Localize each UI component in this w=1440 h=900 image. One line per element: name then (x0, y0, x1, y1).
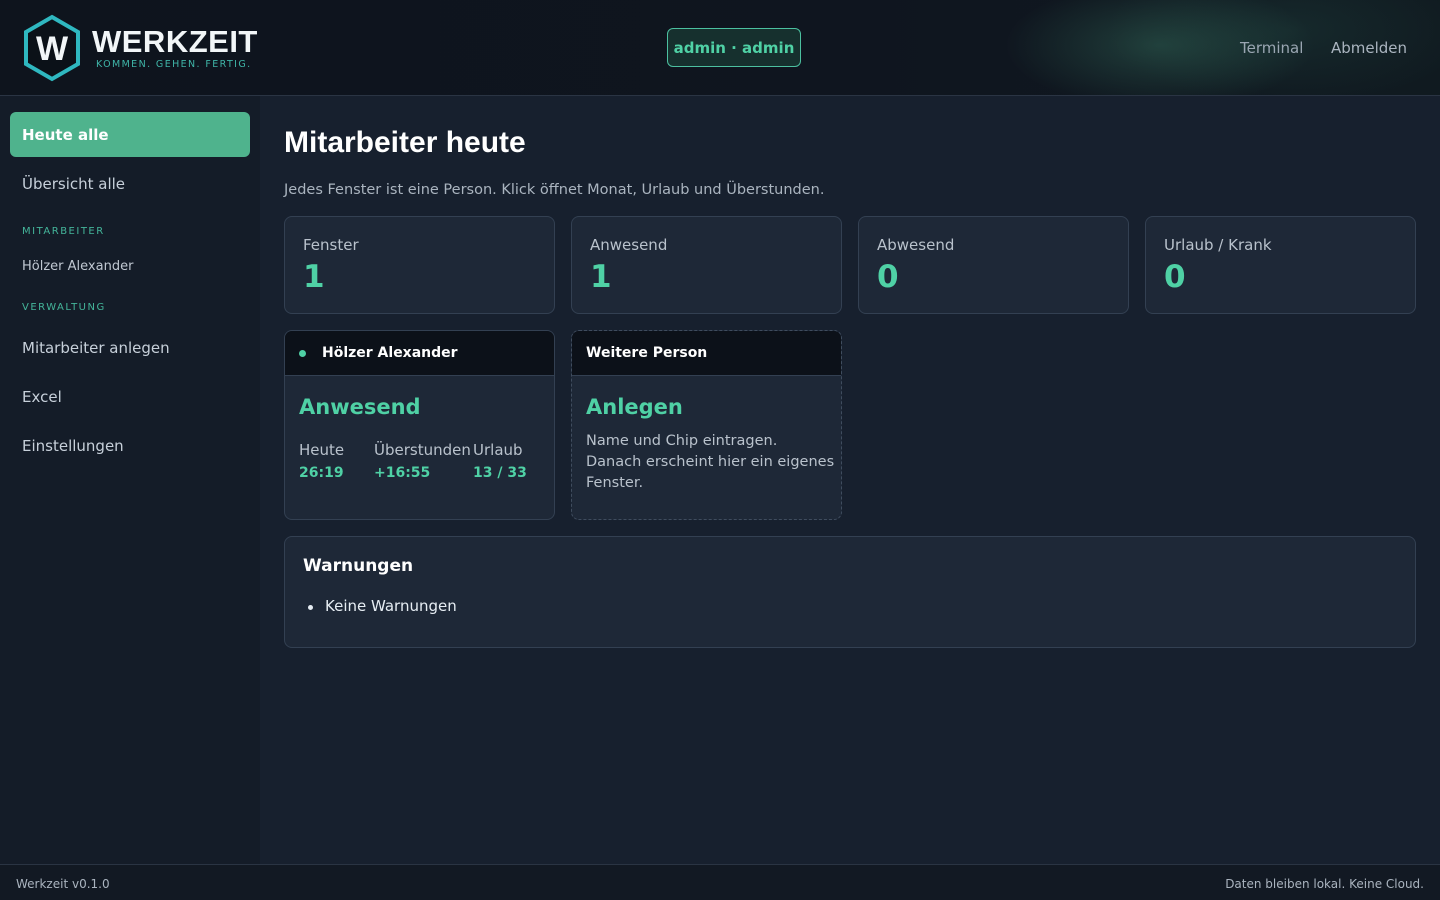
main-content: Mitarbeiter heute Jedes Fenster ist eine… (260, 96, 1440, 864)
employee-status: Anwesend (299, 395, 421, 419)
logo-text: WERKZEIT KOMMEN. GEHEN. FERTIG. (92, 24, 258, 71)
metric-heute: Heute 26:19 (299, 441, 344, 481)
metric-value: 26:19 (299, 465, 344, 481)
page-title: Mitarbeiter heute (284, 126, 526, 159)
logo-letter: W (36, 30, 69, 68)
stat-card-abwesend: Abwesend 0 (858, 216, 1129, 314)
metric-label: Überstunden (374, 441, 471, 459)
footer: Werkzeit v0.1.0 Daten bleiben lokal. Kei… (0, 864, 1440, 900)
employee-name: Hölzer Alexander (322, 345, 458, 361)
app-name: WERKZEIT (92, 24, 258, 59)
add-employee-description: Name und Chip eintragen. Danach erschein… (586, 433, 835, 491)
metric-ueberstunden: Überstunden +16:55 (374, 441, 471, 481)
sidebar-item-label: Übersicht alle (22, 174, 126, 193)
warning-item: Keine Warnungen (308, 597, 457, 615)
add-employee-action[interactable]: Anlegen (586, 395, 683, 419)
sidebar-item-mitarbeiter-anlegen[interactable]: Mitarbeiter anlegen (10, 325, 250, 370)
sidebar-item-uebersicht-alle[interactable]: Übersicht alle (10, 161, 250, 206)
sidebar-item-excel[interactable]: Excel (10, 374, 250, 419)
sidebar-item-einstellungen[interactable]: Einstellungen (10, 423, 250, 468)
add-card-title: Weitere Person (586, 345, 708, 361)
sidebar-item-label: Excel (22, 387, 62, 406)
user-badge[interactable]: admin · admin (667, 28, 801, 67)
metric-value: +16:55 (374, 465, 431, 481)
employee-card[interactable]: Hölzer Alexander Anwesend Heute 26:19 Üb… (284, 330, 555, 520)
stat-label: Abwesend (877, 236, 955, 254)
stat-label: Anwesend (590, 236, 668, 254)
terminal-link[interactable]: Terminal (1240, 39, 1303, 57)
sidebar-section-mitarbeiter: MITARBEITER (22, 226, 105, 237)
stat-card-anwesend: Anwesend 1 (571, 216, 842, 314)
sidebar-item-employee[interactable]: Hölzer Alexander (22, 259, 133, 274)
sidebar-item-label: Heute alle (22, 125, 109, 144)
add-employee-card[interactable]: Weitere Person Anlegen Name und Chip ein… (571, 330, 842, 520)
app-tagline: KOMMEN. GEHEN. FERTIG. (96, 59, 252, 70)
warnings-panel: Warnungen Keine Warnungen (284, 536, 1416, 648)
logout-link[interactable]: Abmelden (1331, 39, 1407, 57)
warnings-list: Keine Warnungen (308, 597, 457, 615)
stat-value: 0 (877, 259, 899, 295)
stat-value: 1 (590, 259, 612, 295)
employee-card-header: Hölzer Alexander (285, 331, 554, 376)
stat-label: Urlaub / Krank (1164, 236, 1272, 254)
sidebar: Heute alle Übersicht alle MITARBEITER Hö… (0, 96, 260, 864)
footer-note: Daten bleiben lokal. Keine Cloud. (1225, 877, 1424, 891)
logo-hexagon-icon: W (24, 14, 80, 82)
stat-label: Fenster (303, 236, 359, 254)
stat-card-fenster: Fenster 1 (284, 216, 555, 314)
status-dot-icon (299, 349, 306, 357)
footer-version: Werkzeit v0.1.0 (16, 877, 110, 891)
top-header: W WERKZEIT KOMMEN. GEHEN. FERTIG. admin … (0, 0, 1440, 96)
stat-value: 0 (1164, 259, 1186, 295)
metric-urlaub: Urlaub 13 / 33 (473, 441, 527, 481)
sidebar-section-verwaltung: VERWALTUNG (22, 302, 106, 313)
page-subtitle: Jedes Fenster ist eine Person. Klick öff… (284, 182, 825, 198)
sidebar-item-heute-alle[interactable]: Heute alle (10, 112, 250, 157)
add-employee-card-header: Weitere Person (572, 331, 841, 376)
metric-value: 13 / 33 (473, 465, 527, 481)
app-logo[interactable]: W WERKZEIT KOMMEN. GEHEN. FERTIG. (22, 14, 258, 82)
stat-card-urlaub-krank: Urlaub / Krank 0 (1145, 216, 1416, 314)
stat-value: 1 (303, 259, 325, 295)
metric-label: Heute (299, 441, 345, 459)
metric-label: Urlaub (473, 441, 523, 459)
sidebar-item-label: Einstellungen (22, 436, 124, 455)
sidebar-item-label: Mitarbeiter anlegen (22, 338, 170, 357)
warnings-title: Warnungen (303, 556, 414, 576)
